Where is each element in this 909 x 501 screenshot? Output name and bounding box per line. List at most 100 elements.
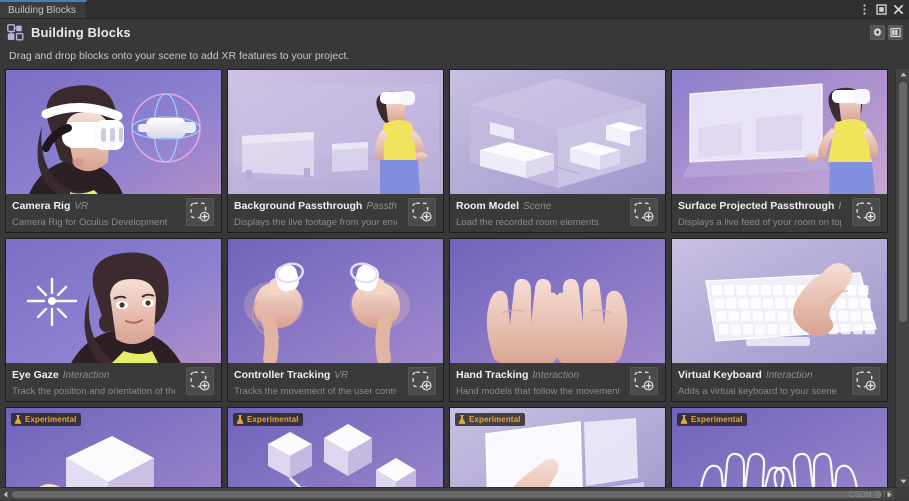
page-title: Building Blocks bbox=[31, 25, 131, 40]
horizontal-scrollbar[interactable] bbox=[0, 487, 895, 500]
close-icon[interactable] bbox=[892, 3, 904, 15]
block-info: Surface Projected Passthrough Passthrough… bbox=[672, 194, 887, 232]
add-block-icon[interactable] bbox=[408, 367, 436, 395]
block-card[interactable]: Room Model Scene Load the recorded room el… bbox=[449, 69, 666, 233]
block-thumbnail bbox=[6, 239, 221, 363]
blocks-scroll-area: Camera Rig VR Camera Rig for Oculus Develo… bbox=[0, 69, 909, 500]
flask-icon bbox=[14, 415, 22, 424]
window-controls bbox=[858, 0, 909, 18]
block-description: Hand models that follow the movement of … bbox=[456, 386, 619, 397]
flask-icon bbox=[458, 415, 466, 424]
block-thumbnail bbox=[672, 239, 887, 363]
panel-header: Building Blocks bbox=[0, 19, 909, 45]
block-title-line: Camera Rig VR bbox=[12, 199, 175, 213]
block-description: Displays a live feed of your room on top… bbox=[678, 217, 841, 228]
block-tag: Scene bbox=[523, 201, 551, 212]
block-title: Surface Projected Passthrough bbox=[678, 200, 834, 212]
block-info: Background Passthrough Passthrough Display… bbox=[228, 194, 443, 232]
block-info: Hand Tracking Interaction Hand models that… bbox=[450, 363, 665, 401]
maximize-icon[interactable] bbox=[875, 3, 887, 15]
flask-icon bbox=[680, 415, 688, 424]
block-thumbnail bbox=[228, 70, 443, 194]
block-card[interactable]: Surface Projected Passthrough Passthrough… bbox=[671, 69, 888, 233]
block-card[interactable]: Hand Tracking Interaction Hand models that… bbox=[449, 238, 666, 402]
block-thumbnail bbox=[450, 70, 665, 194]
experimental-badge-label: Experimental bbox=[247, 415, 298, 424]
block-tag: Interaction bbox=[532, 370, 579, 381]
kebab-menu-icon[interactable] bbox=[858, 3, 870, 15]
block-thumbnail bbox=[6, 70, 221, 194]
grid-layout-icon[interactable] bbox=[888, 25, 903, 40]
block-info: Controller Tracking VR Tracks the movement… bbox=[228, 363, 443, 401]
experimental-badge-label: Experimental bbox=[25, 415, 76, 424]
block-title: Background Passthrough bbox=[234, 200, 362, 212]
block-card[interactable]: Eye Gaze Interaction Track the position an… bbox=[5, 238, 222, 402]
block-title-line: Background Passthrough Passthrough bbox=[234, 199, 397, 213]
block-description: Load the recorded room elements bbox=[456, 217, 619, 228]
block-card[interactable]: Controller Tracking VR Tracks the movement… bbox=[227, 238, 444, 402]
block-title-line: Controller Tracking VR bbox=[234, 368, 397, 382]
vertical-scrollbar-thumb[interactable] bbox=[899, 82, 907, 322]
tab-bar-spacer bbox=[87, 0, 858, 18]
add-block-icon[interactable] bbox=[408, 198, 436, 226]
block-card[interactable]: Camera Rig VR Camera Rig for Oculus Develo… bbox=[5, 69, 222, 233]
horizontal-scrollbar-thumb[interactable] bbox=[12, 491, 882, 498]
add-block-icon[interactable] bbox=[186, 367, 214, 395]
block-title: Camera Rig bbox=[12, 200, 70, 212]
block-description: Track the position and orientation of th… bbox=[12, 386, 175, 397]
experimental-badge-label: Experimental bbox=[691, 415, 742, 424]
block-info: Room Model Scene Load the recorded room el… bbox=[450, 194, 665, 232]
block-tag: Passthrough bbox=[366, 201, 397, 212]
building-blocks-icon bbox=[7, 24, 24, 41]
block-title-line: Surface Projected Passthrough Passthrough bbox=[678, 199, 841, 213]
experimental-badge: Experimental bbox=[455, 413, 525, 426]
subtitle-bar: Drag and drop blocks onto your scene to … bbox=[0, 45, 909, 67]
add-block-icon[interactable] bbox=[852, 198, 880, 226]
experimental-badge: Experimental bbox=[233, 413, 303, 426]
scroll-left-arrow-icon[interactable] bbox=[0, 488, 11, 501]
block-card[interactable]: Background Passthrough Passthrough Display… bbox=[227, 69, 444, 233]
tab-building-blocks[interactable]: Building Blocks bbox=[0, 0, 87, 18]
block-title: Eye Gaze bbox=[12, 369, 59, 381]
block-card[interactable]: Virtual KeyboardInteractionAdds a virtua… bbox=[671, 238, 888, 402]
vertical-scrollbar[interactable] bbox=[895, 69, 909, 487]
block-tag: Interaction bbox=[63, 370, 110, 381]
gear-icon[interactable] bbox=[870, 25, 885, 40]
block-title: Virtual Keyboard bbox=[678, 369, 762, 381]
block-tag: VR bbox=[74, 201, 88, 212]
scroll-up-arrow-icon[interactable] bbox=[896, 69, 909, 80]
flask-icon bbox=[236, 415, 244, 424]
add-block-icon[interactable] bbox=[186, 198, 214, 226]
block-tag: VR bbox=[334, 370, 348, 381]
block-title-line: Hand Tracking Interaction bbox=[456, 368, 619, 382]
block-title: Controller Tracking bbox=[234, 369, 330, 381]
block-description: Camera Rig for Oculus Development bbox=[12, 217, 175, 228]
window-tab-bar: Building Blocks bbox=[0, 0, 909, 19]
block-tag: Passthrough bbox=[838, 201, 841, 212]
block-title: Room Model bbox=[456, 200, 519, 212]
block-info: Camera Rig VR Camera Rig for Oculus Develo… bbox=[6, 194, 221, 232]
block-title-line: Virtual Keyboard Interaction bbox=[678, 368, 841, 382]
block-info: Eye Gaze Interaction Track the position an… bbox=[6, 363, 221, 401]
block-description: Displays the live footage from your envi… bbox=[234, 217, 397, 228]
add-block-icon[interactable] bbox=[852, 367, 880, 395]
experimental-badge-label: Experimental bbox=[469, 415, 520, 424]
block-title-line: Eye Gaze Interaction bbox=[12, 368, 175, 382]
block-title-line: Room Model Scene bbox=[456, 199, 619, 213]
watermark: CSDN @TG bbox=[849, 490, 893, 499]
tab-label: Building Blocks bbox=[8, 5, 76, 16]
blocks-grid: Camera Rig VR Camera Rig for Oculus Develo… bbox=[5, 69, 889, 500]
block-description: Tracks the movement of the user controll… bbox=[234, 386, 397, 397]
add-block-icon[interactable] bbox=[630, 198, 658, 226]
scroll-down-arrow-icon[interactable] bbox=[896, 476, 909, 487]
scrollbar-corner bbox=[895, 487, 909, 500]
panel-subtitle: Drag and drop blocks onto your scene to … bbox=[9, 50, 349, 62]
add-block-icon[interactable] bbox=[630, 367, 658, 395]
block-thumbnail bbox=[450, 239, 665, 363]
block-title: Hand Tracking bbox=[456, 369, 528, 381]
block-thumbnail bbox=[672, 70, 887, 194]
block-thumbnail bbox=[228, 239, 443, 363]
block-tag: Interaction bbox=[766, 370, 813, 381]
block-info: Virtual KeyboardInteractionAdds a virtua… bbox=[672, 363, 887, 401]
experimental-badge: Experimental bbox=[677, 413, 747, 426]
